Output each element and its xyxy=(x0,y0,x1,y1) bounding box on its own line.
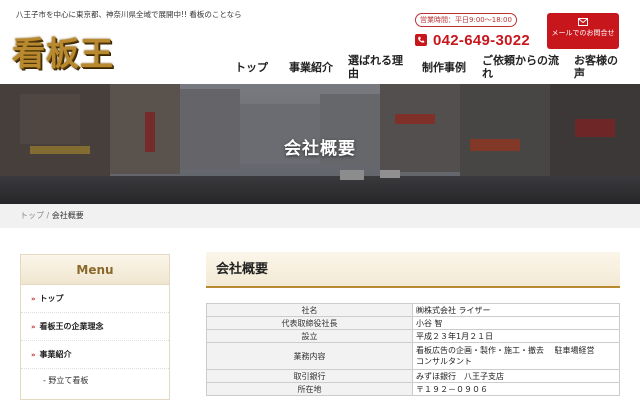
table-row: 社名 ㈱株式会社 ライザー xyxy=(206,303,620,317)
company-info-table: 社名 ㈱株式会社 ライザー 代表取締役社長 小谷 智 設立 平成２３年1月２１日… xyxy=(206,303,620,396)
site-tagline: 八王子市を中心に東京都、神奈川県全域で展開中!! 看板のことなら xyxy=(16,10,242,19)
table-value: 看板広告の企画・製作・施工・撤去 駐車場経営 コンサルタント xyxy=(412,342,620,370)
breadcrumb-home[interactable]: トップ xyxy=(20,211,44,220)
nav-business[interactable]: 事業紹介 xyxy=(289,61,333,74)
table-row: 業務内容 看板広告の企画・製作・施工・撤去 駐車場経営 コンサルタント xyxy=(206,342,620,370)
table-key: 代表取締役社長 xyxy=(206,316,413,330)
table-key: 業務内容 xyxy=(206,342,413,370)
table-row: 設立 平成２３年1月２１日 xyxy=(206,329,620,343)
nav-flow[interactable]: ご依頼からの流れ xyxy=(482,54,566,80)
sidebar-item-label: 看板王の企業理念 xyxy=(39,322,104,331)
sidebar-item-business[interactable]: » 事業紹介 xyxy=(21,341,169,369)
sidebar-item-philosophy[interactable]: » 看板王の企業理念 xyxy=(21,313,169,341)
nav-top[interactable]: トップ xyxy=(235,61,268,74)
chevron-right-icon: » xyxy=(31,351,36,359)
table-value: 平成２３年1月２１日 xyxy=(412,329,620,343)
phone-number[interactable]: 042-649-3022 xyxy=(433,32,530,49)
page-title: 会社概要 xyxy=(206,252,620,288)
table-row: 代表取締役社長 小谷 智 xyxy=(206,316,620,330)
site-header: 八王子市を中心に東京都、神奈川県全域で展開中!! 看板のことなら 看板王 営業時… xyxy=(0,0,640,84)
mail-contact-button[interactable]: メールでのお問合せ xyxy=(547,13,619,49)
chevron-right-icon: » xyxy=(31,295,36,303)
sidebar-item-label: トップ xyxy=(39,294,64,303)
sidebar-menu: Menu » トップ » 看板王の企業理念 » 事業紹介 - 野立て看板 xyxy=(20,254,170,400)
main-nav: トップ 事業紹介 選ばれる理由 制作事例 ご依頼からの流れ お客様の声 xyxy=(228,50,640,84)
mail-icon xyxy=(578,18,588,26)
site-logo[interactable]: 看板王 xyxy=(12,34,114,74)
business-hours-badge: 営業時間：平日9:00～18:00 xyxy=(415,13,517,27)
sidebar-title: Menu xyxy=(21,255,169,285)
table-key: 社名 xyxy=(206,303,413,317)
table-value: 〒１９２－０９０６ xyxy=(412,382,620,396)
phone-contact[interactable]: 042-649-3022 xyxy=(415,31,530,49)
table-key: 所在地 xyxy=(206,382,413,396)
chevron-right-icon: » xyxy=(31,323,36,331)
sidebar-subitem-billboard[interactable]: - 野立て看板 xyxy=(21,369,169,393)
nav-reasons[interactable]: 選ばれる理由 xyxy=(348,54,408,80)
table-value-line: コンサルタント xyxy=(416,357,472,366)
table-row: 所在地 〒１９２－０９０６ xyxy=(206,382,620,396)
table-key: 取引銀行 xyxy=(206,369,413,383)
breadcrumb-separator: / xyxy=(46,211,50,220)
table-row: 取引銀行 みずほ銀行 八王子支店 xyxy=(206,369,620,383)
table-value: みずほ銀行 八王子支店 xyxy=(412,369,620,383)
breadcrumb-current: 会社概要 xyxy=(51,211,84,220)
hero-banner: 会社概要 xyxy=(0,84,640,204)
table-value: ㈱株式会社 ライザー xyxy=(412,303,620,317)
nav-works[interactable]: 制作事例 xyxy=(422,61,466,74)
hero-title: 会社概要 xyxy=(284,139,356,159)
table-value-line: 看板広告の企画・製作・施工・撤去 駐車場経営 xyxy=(416,346,595,355)
mail-button-label: メールでのお問合せ xyxy=(551,29,615,37)
sidebar-item-top[interactable]: » トップ xyxy=(21,285,169,313)
nav-voices[interactable]: お客様の声 xyxy=(574,54,626,80)
sidebar-item-label: 事業紹介 xyxy=(39,350,72,359)
table-value: 小谷 智 xyxy=(412,316,620,330)
phone-icon xyxy=(415,34,427,46)
breadcrumb: トップ / 会社概要 xyxy=(0,204,640,228)
table-key: 設立 xyxy=(206,329,413,343)
